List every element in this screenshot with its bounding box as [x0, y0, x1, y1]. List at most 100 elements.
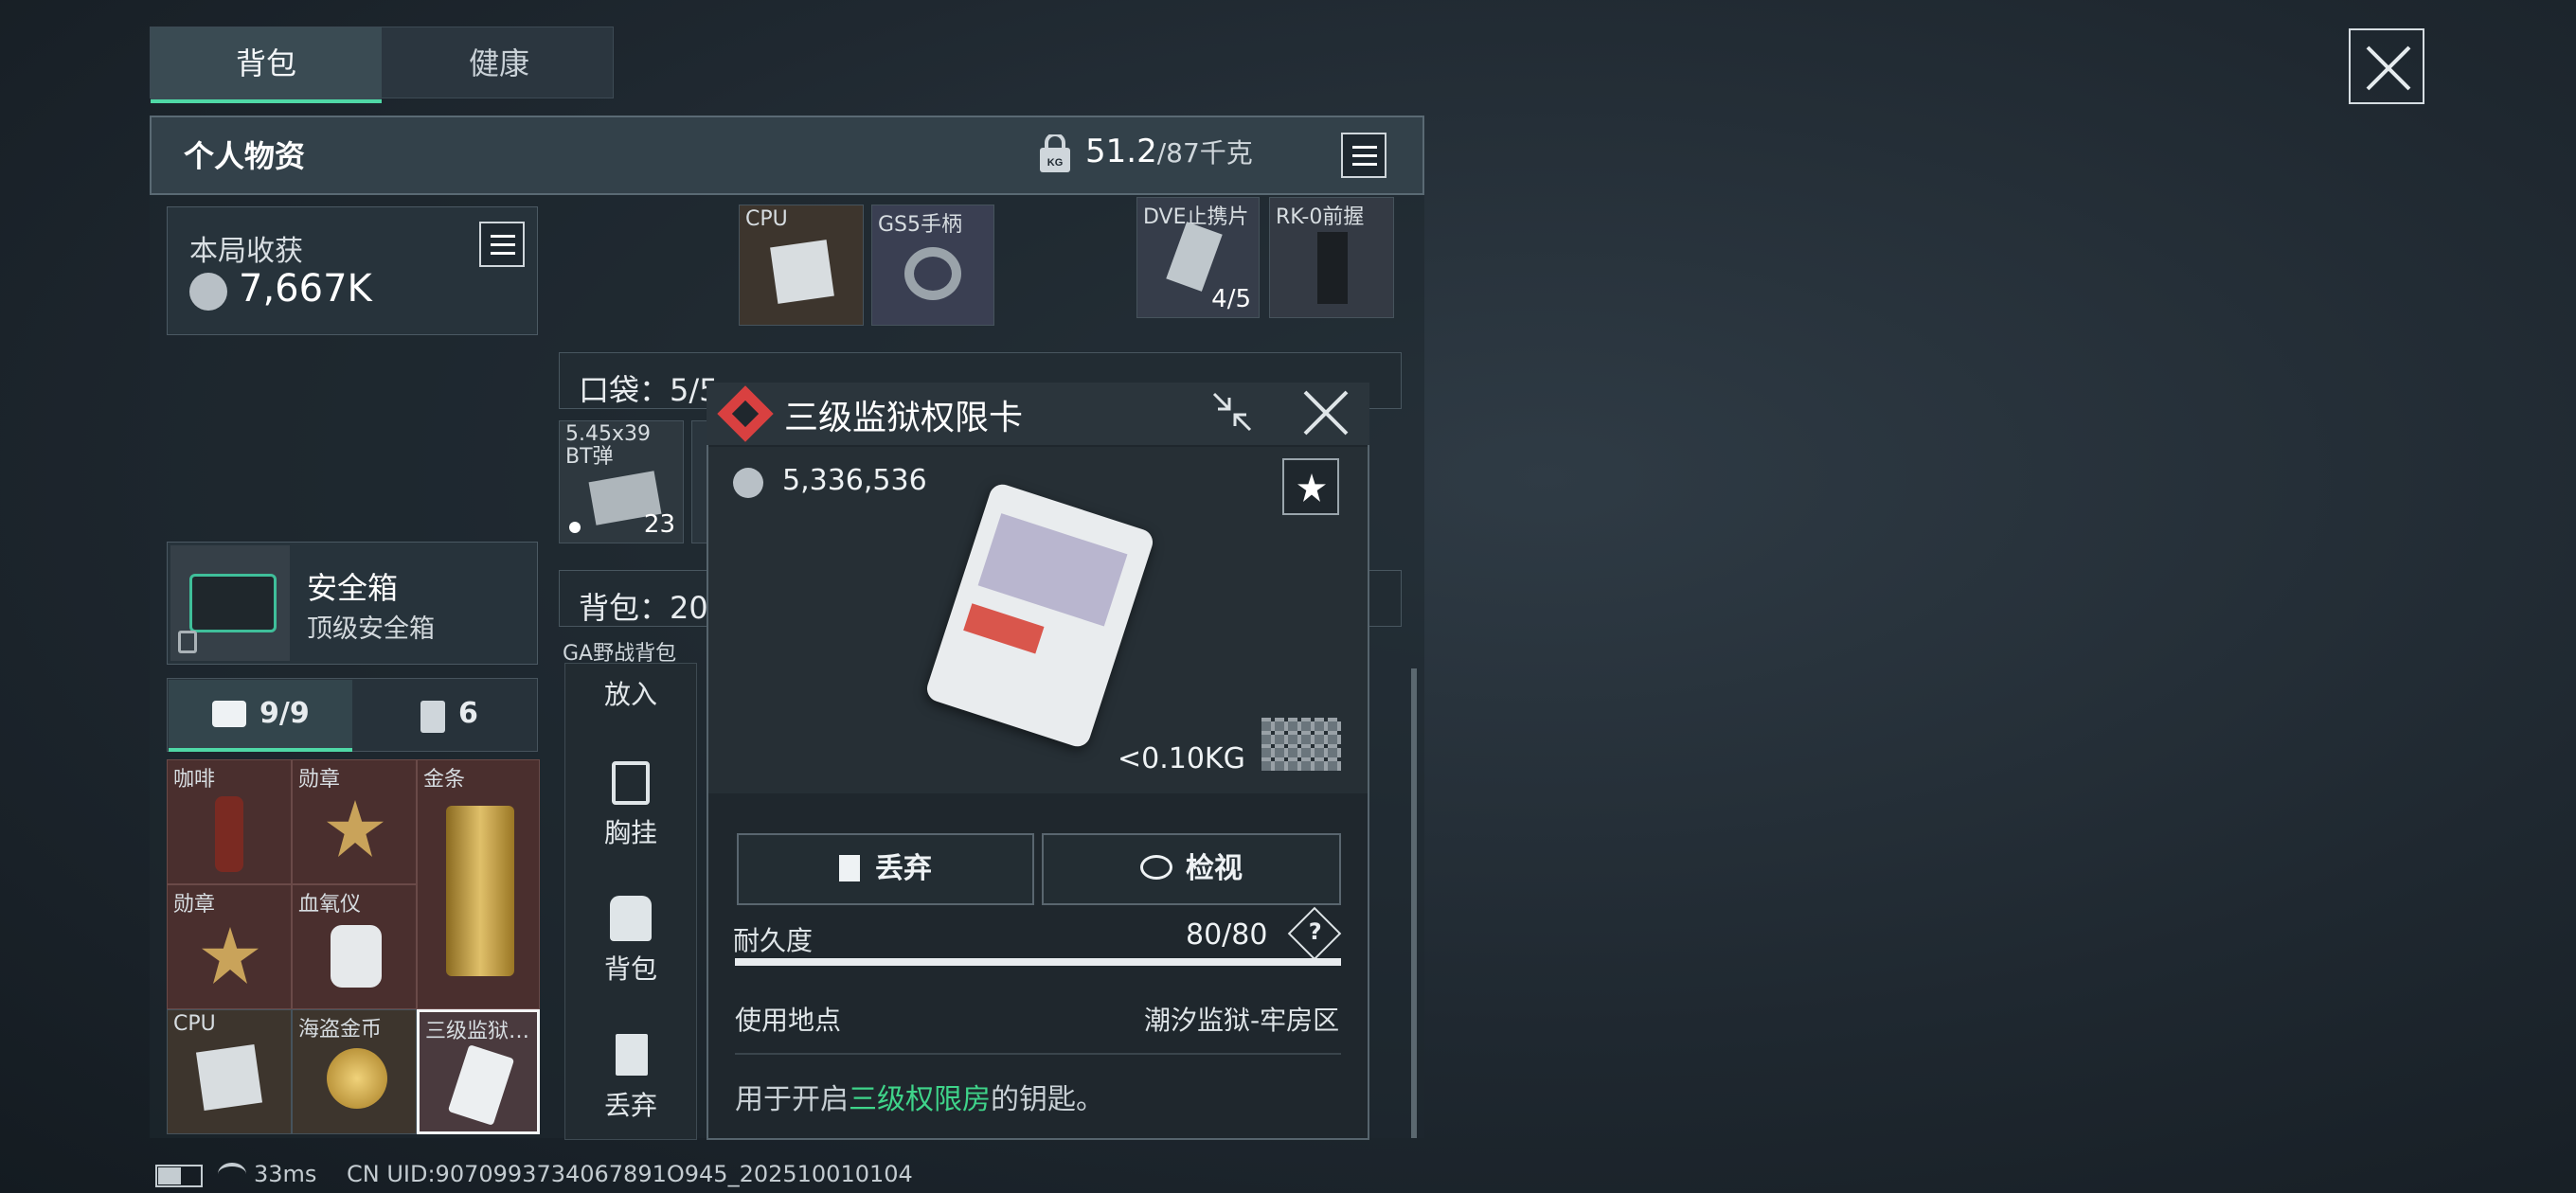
item-label: 勋章 [173, 893, 216, 917]
gold-bar-icon [446, 806, 514, 976]
weight-max: /87千克 [1156, 137, 1253, 169]
close-icon [2366, 45, 2411, 91]
inspect-button[interactable]: 检视 [1042, 833, 1341, 905]
weight-current: 51.2 [1085, 133, 1157, 170]
main-tabs: 背包 健康 [150, 27, 615, 103]
durability-fill [735, 958, 1341, 966]
backpack-button[interactable]: 背包 [564, 949, 697, 987]
star-icon [1297, 473, 1326, 502]
discard-label: 丢弃 [875, 852, 932, 885]
durability-bar [735, 958, 1341, 966]
item-label: RK-0前握 [1276, 205, 1365, 229]
desc-prefix: 用于开启 [735, 1083, 849, 1116]
close-button[interactable] [2349, 28, 2424, 104]
item-label: 三级监狱… [425, 1020, 530, 1043]
item-oximeter[interactable]: 血氧仪 [292, 884, 417, 1009]
coffee-icon [215, 796, 243, 872]
item-label: 咖啡 [173, 768, 216, 792]
discard-button[interactable]: 丢弃 [737, 833, 1034, 905]
item-keycard-selected[interactable]: 三级监狱… [417, 1009, 540, 1134]
earnings-value: 7,667K [239, 267, 372, 311]
item-gs5-grip[interactable]: GS5手柄 [871, 205, 994, 326]
dot-icon [569, 522, 581, 533]
ping-text: 33ms [254, 1161, 317, 1187]
chest-rig-icon [612, 761, 650, 805]
weight-lock-icon: KG [1038, 133, 1072, 174]
collapse-icon [1212, 392, 1252, 432]
coin-icon [327, 1048, 387, 1109]
durability-label: 耐久度 [733, 925, 814, 956]
item-label: GS5手柄 [878, 213, 963, 237]
favorite-button[interactable] [1282, 458, 1339, 515]
item-label: CPU [745, 207, 788, 231]
inspect-icon [1140, 855, 1172, 880]
rk-icon [1317, 232, 1348, 304]
trash-icon [839, 855, 860, 881]
cpu-icon [195, 1043, 263, 1112]
container-icon [420, 701, 445, 733]
grid-size-icon [1261, 718, 1341, 771]
item-label: CPU [173, 1012, 216, 1036]
medkit-icon [212, 701, 246, 727]
put-in-button[interactable]: 放入 [564, 674, 697, 712]
close-icon [1303, 390, 1349, 436]
chest-rig-button[interactable]: 胸挂 [564, 812, 697, 850]
item-dve[interactable]: DVE止携片 4/5 [1136, 197, 1260, 318]
uid-text: CN UID:9070993734067891O945_202510010104 [347, 1161, 913, 1187]
divider [735, 1053, 1341, 1055]
safe-box-subtitle: 顶级安全箱 [307, 614, 435, 644]
item-pirate-coin[interactable]: 海盗金币 [292, 1009, 417, 1134]
coin-icon [733, 468, 763, 498]
scrollbar[interactable] [1411, 668, 1417, 1138]
item-label: 海盗金币 [298, 1018, 383, 1042]
inspect-label: 检视 [1186, 852, 1243, 885]
earnings-label: 本局收获 [189, 235, 303, 268]
keycard-icon [447, 1044, 515, 1126]
item-label: 金条 [423, 768, 466, 792]
inventory-list-button[interactable] [1341, 133, 1386, 178]
tab-health[interactable]: 健康 [384, 27, 615, 99]
lock-icon [178, 631, 197, 653]
item-medal-2[interactable]: 勋章 [167, 884, 292, 1009]
collapse-button[interactable] [1208, 388, 1256, 436]
battery-icon [155, 1165, 203, 1187]
svg-text:KG: KG [1047, 157, 1064, 169]
item-gold-bar[interactable]: 金条 [417, 759, 540, 1009]
item-rk-grip[interactable]: RK-0前握 [1269, 197, 1394, 318]
oximeter-icon [331, 925, 382, 988]
wifi-icon [218, 1163, 246, 1185]
desc-suffix: 的钥匙。 [991, 1083, 1104, 1116]
popup-price: 5,336,536 [782, 464, 927, 497]
item-count: 23 [643, 510, 675, 539]
item-coffee[interactable]: 咖啡 [167, 759, 292, 884]
safe-tab-items[interactable]: 9/9 [169, 680, 352, 752]
item-cpu-top[interactable]: CPU [739, 205, 864, 326]
medal-icon [202, 927, 259, 984]
earnings-list-button[interactable] [479, 222, 525, 267]
item-label: 5.45x39 BT弹 [565, 422, 651, 469]
bag-label: 背包：20 [579, 590, 708, 626]
item-cpu[interactable]: CPU [167, 1009, 292, 1134]
inventory-title: 个人物资 [184, 138, 306, 174]
help-icon: ? [1308, 917, 1322, 945]
popup-close-button[interactable] [1301, 388, 1351, 437]
item-label: 血氧仪 [298, 893, 362, 917]
safe-box-image [170, 545, 290, 661]
grip-icon [904, 247, 961, 300]
item-label: 勋章 [298, 768, 341, 792]
durability-value: 80/80 [1186, 918, 1268, 952]
location-value: 潮汐监狱-牢房区 [1144, 1005, 1340, 1036]
pocket-label: 口袋：5/5 [579, 372, 719, 408]
safe-box-title: 安全箱 [307, 570, 399, 606]
item-medal-1[interactable]: 勋章 [292, 759, 417, 884]
popup-title: 三级监狱权限卡 [784, 399, 1024, 437]
item-ammo[interactable]: 5.45x39 BT弹 23 [559, 420, 684, 543]
tab-backpack[interactable]: 背包 [151, 27, 382, 103]
item-description: 用于开启三级权限房的钥匙。 [735, 1076, 1104, 1117]
backpack-icon [610, 896, 652, 941]
location-label: 使用地点 [735, 1005, 842, 1036]
cpu-icon [770, 240, 834, 304]
discard-sidebar-button[interactable]: 丢弃 [564, 1085, 697, 1123]
safe-tab-other[interactable]: 6 [354, 680, 536, 752]
item-count: 4/5 [1211, 285, 1251, 313]
